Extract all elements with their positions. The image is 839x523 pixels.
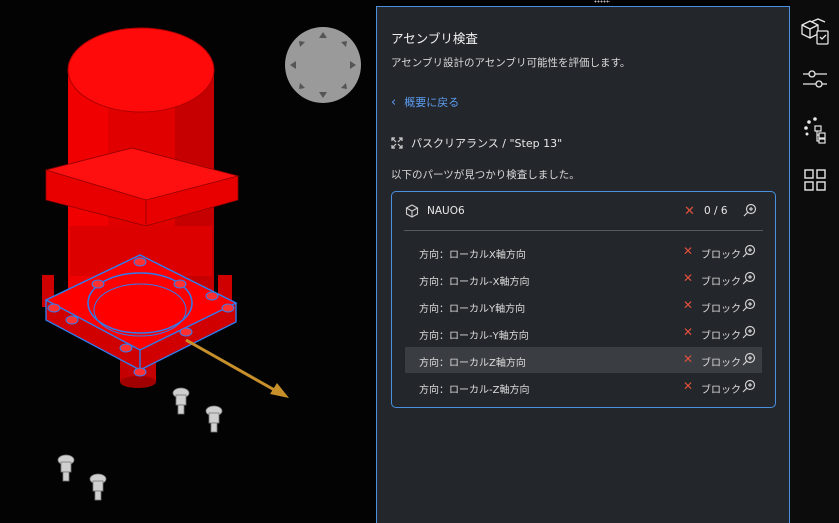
- direction-row-selected[interactable]: 方向：ローカルZ軸方向 ✕ ブロック: [405, 347, 762, 373]
- fail-x-icon: ✕: [683, 244, 694, 258]
- fail-x-icon: ✕: [683, 298, 694, 312]
- zoom-in-icon[interactable]: [743, 203, 757, 217]
- assembly-check-icon: [801, 18, 829, 45]
- fail-x-icon: ✕: [683, 352, 694, 366]
- settings-sliders-button[interactable]: [798, 62, 832, 96]
- direction-label: 方向：ローカルZ軸方向: [419, 358, 526, 369]
- part-header[interactable]: NAUO6 ✕ 0 / 6: [392, 192, 775, 230]
- direction-label: 方向：ローカル-Y軸方向: [419, 331, 529, 342]
- status-label: ブロック: [701, 358, 741, 369]
- status-label: ブロック: [701, 277, 741, 288]
- zoom-in-icon[interactable]: [742, 379, 756, 393]
- found-parts-text: 以下のパーツが見つかり検査しました。: [391, 169, 580, 181]
- section-label: パスクリアランス / "Step 13": [411, 137, 563, 150]
- structure-tree-button[interactable]: [798, 113, 832, 147]
- zoom-in-icon[interactable]: [742, 271, 756, 285]
- zoom-in-icon[interactable]: [742, 352, 756, 366]
- direction-row[interactable]: 方向：ローカル-Z軸方向 ✕ ブロック: [405, 374, 762, 400]
- fail-x-icon: ✕: [683, 271, 694, 285]
- drag-handle[interactable]: [594, 0, 610, 3]
- assembly-inspection-panel: アセンブリ検査 アセンブリ設計のアセンブリ可能性を評価します。 ‹ 概要に戻る …: [376, 6, 790, 523]
- clearance-arrow: [185, 338, 289, 398]
- back-label: 概要に戻る: [404, 96, 460, 109]
- panel-title: アセンブリ検査: [391, 31, 478, 46]
- chevron-left-icon: ‹: [391, 94, 397, 110]
- red-assembly-model: [42, 27, 240, 388]
- status-label: ブロック: [701, 385, 741, 396]
- direction-label: 方向：ローカルY軸方向: [419, 304, 526, 315]
- direction-row[interactable]: 方向：ローカルY軸方向 ✕ ブロック: [405, 293, 762, 319]
- fail-x-icon: ✕: [683, 325, 694, 339]
- navigation-wheel[interactable]: [284, 26, 362, 104]
- loose-screws: [57, 387, 223, 501]
- direction-label: 方向：ローカル-Z軸方向: [419, 385, 530, 396]
- status-label: ブロック: [701, 304, 741, 315]
- sliders-icon: [803, 70, 827, 88]
- zoom-in-icon[interactable]: [742, 244, 756, 258]
- status-label: ブロック: [701, 250, 741, 261]
- direction-label: 方向：ローカルX軸方向: [419, 250, 526, 261]
- result-box: NAUO6 ✕ 0 / 6 方向：ローカルX軸方向 ✕ ブロック 方向：ローカル…: [391, 191, 776, 408]
- tool-sidebar: [790, 0, 839, 523]
- fail-x-icon: ✕: [684, 204, 695, 219]
- direction-row[interactable]: 方向：ローカルX軸方向 ✕ ブロック: [405, 239, 762, 265]
- structure-tree-icon: [804, 117, 826, 144]
- status-label: ブロック: [701, 331, 741, 342]
- section-header: パスクリアランス / "Step 13": [391, 135, 562, 151]
- cube-icon: [405, 204, 419, 218]
- 3d-viewport[interactable]: [0, 0, 376, 523]
- direction-row[interactable]: 方向：ローカル-X軸方向 ✕ ブロック: [405, 266, 762, 292]
- assembly-check-button[interactable]: [798, 16, 832, 50]
- fail-x-icon: ✕: [683, 379, 694, 393]
- grid-icon: [804, 169, 826, 191]
- zoom-in-icon[interactable]: [742, 325, 756, 339]
- direction-label: 方向：ローカル-X軸方向: [419, 277, 530, 288]
- grid-view-button[interactable]: [798, 163, 832, 197]
- divider: [404, 230, 763, 231]
- zoom-in-icon[interactable]: [742, 298, 756, 312]
- panel-description: アセンブリ設計のアセンブリ可能性を評価します。: [391, 57, 631, 69]
- direction-row[interactable]: 方向：ローカル-Y軸方向 ✕ ブロック: [405, 320, 762, 346]
- part-name: NAUO6: [427, 205, 465, 217]
- back-to-overview-link[interactable]: ‹ 概要に戻る: [391, 94, 459, 110]
- expand-arrows-icon: [391, 137, 403, 149]
- pass-count: 0 / 6: [704, 205, 728, 217]
